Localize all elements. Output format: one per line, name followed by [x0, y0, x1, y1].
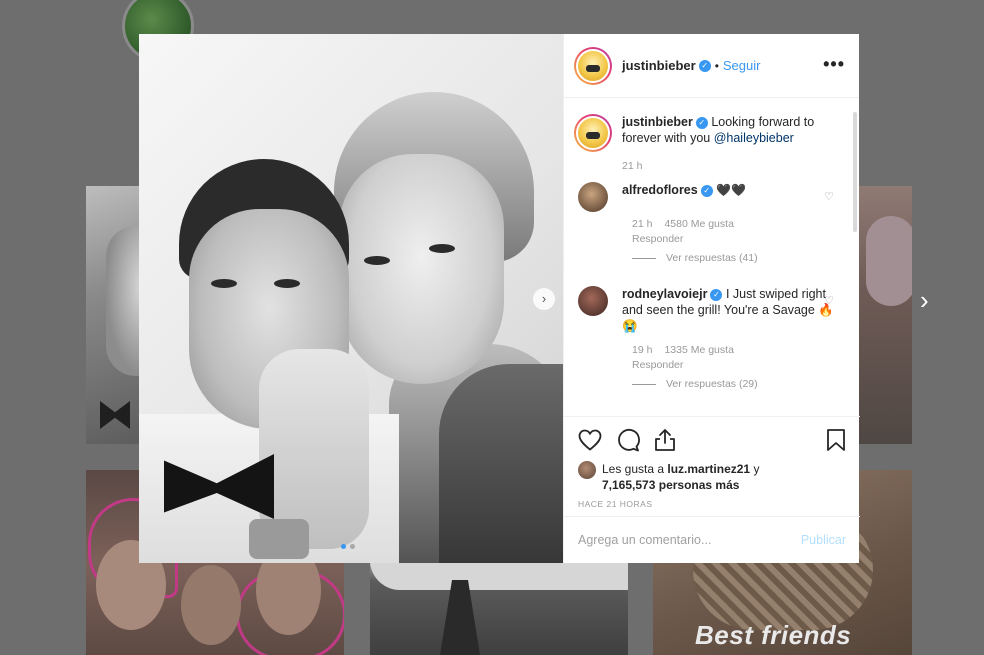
like-comment-heart-icon[interactable]: ♡ — [824, 190, 834, 203]
comment-input[interactable] — [578, 533, 801, 547]
add-comment-bar: Publicar — [564, 516, 860, 563]
verified-icon: ✓ — [695, 116, 708, 129]
separator-bullet: • — [714, 58, 719, 73]
reply-button[interactable]: Responder — [632, 359, 844, 371]
view-replies-button[interactable]: Ver respuestas (41) — [632, 252, 844, 264]
comment-text: rodneylavoiejr ✓ I Just swiped right and … — [622, 286, 844, 334]
post-header: justinbieber ✓ • Seguir ••• — [564, 34, 859, 98]
comment-time[interactable]: 21 h — [632, 218, 652, 230]
comment-body: 🖤🖤 — [716, 183, 747, 197]
background-post-tile[interactable] — [858, 186, 912, 444]
carousel-dots — [341, 544, 355, 549]
comment-likes[interactable]: 4580 Me gusta — [664, 218, 733, 230]
action-icons — [578, 427, 846, 453]
comment-text: alfredoflores ✓ 🖤🖤 — [622, 182, 746, 212]
avatar[interactable] — [578, 182, 608, 212]
author-username[interactable]: justinbieber — [622, 58, 696, 73]
bookmark-icon[interactable] — [826, 428, 846, 452]
comment-username[interactable]: rodneylavoiejr — [622, 287, 707, 301]
avatar[interactable] — [574, 46, 612, 85]
caption-mention-link[interactable]: @haileybieber — [714, 131, 794, 145]
view-replies-label: Ver respuestas (29) — [666, 378, 758, 390]
comment-row: alfredoflores ✓ 🖤🖤 ♡ — [574, 182, 844, 212]
more-options-icon[interactable]: ••• — [823, 54, 845, 75]
comment-meta: 21 h 4580 Me gusta — [632, 218, 844, 230]
caption-username[interactable]: justinbieber — [622, 115, 693, 129]
publish-button[interactable]: Publicar — [801, 533, 846, 547]
post-sidebar: justinbieber ✓ • Seguir ••• justinbieber… — [563, 34, 860, 563]
comment-row: rodneylavoiejr ✓ I Just swiped right and … — [574, 286, 844, 334]
post-actions: Les gusta a luz.martinez21 y 7,165,573 p… — [564, 416, 860, 509]
verified-icon: ✓ — [698, 59, 711, 72]
carousel-next-chevron-right-icon[interactable]: › — [533, 288, 555, 310]
caption-row: justinbieber ✓ Looking forward to forever… — [574, 114, 844, 152]
comment-time[interactable]: 19 h — [632, 344, 652, 356]
post-timestamp[interactable]: HACE 21 HORAS — [578, 499, 846, 509]
verified-icon: ✓ — [700, 184, 713, 197]
comments-list[interactable]: justinbieber ✓ Looking forward to forever… — [564, 98, 860, 416]
follow-button[interactable]: Seguir — [723, 58, 761, 73]
view-replies-label: Ver respuestas (41) — [666, 252, 758, 264]
likes-joiner: y — [753, 462, 760, 476]
view-replies-button[interactable]: Ver respuestas (29) — [632, 378, 844, 390]
comment-likes[interactable]: 1335 Me gusta — [664, 344, 733, 356]
post-photo[interactable]: › — [139, 34, 563, 563]
comment-username[interactable]: alfredoflores — [622, 183, 698, 197]
reply-button[interactable]: Responder — [632, 233, 844, 245]
caption-time[interactable]: 21 h — [622, 160, 844, 172]
verified-icon: ✓ — [710, 288, 723, 301]
caption-text: justinbieber ✓ Looking forward to forever… — [622, 114, 844, 152]
post-modal: › justinbieber ✓ • Seguir ••• justinbieb… — [139, 34, 860, 563]
next-post-chevron-right-icon[interactable]: › — [920, 285, 929, 315]
comment-meta: 19 h 1335 Me gusta — [632, 344, 844, 356]
likes-prefix: Les gusta a — [602, 462, 665, 476]
carousel-dot-active — [341, 544, 346, 549]
comments-scrollbar[interactable] — [853, 112, 857, 232]
likes-text[interactable]: Les gusta a luz.martinez21 y 7,165,573 p… — [602, 461, 759, 493]
heart-icon[interactable] — [578, 429, 602, 451]
comment-icon[interactable] — [616, 428, 640, 452]
avatar[interactable] — [578, 286, 608, 316]
share-icon[interactable] — [654, 428, 676, 452]
like-comment-heart-icon[interactable]: ♡ — [824, 294, 834, 307]
background-post-tile[interactable] — [86, 186, 140, 444]
likes-suffix[interactable]: personas más — [659, 478, 740, 492]
avatar[interactable] — [574, 114, 612, 152]
tile-caption: Best friends — [695, 620, 852, 650]
likes-summary: Les gusta a luz.martinez21 y 7,165,573 p… — [578, 461, 846, 493]
avatar[interactable] — [578, 461, 596, 479]
carousel-dot — [350, 544, 355, 549]
likes-count[interactable]: 7,165,573 — [602, 478, 655, 492]
likes-user[interactable]: luz.martinez21 — [667, 462, 750, 476]
